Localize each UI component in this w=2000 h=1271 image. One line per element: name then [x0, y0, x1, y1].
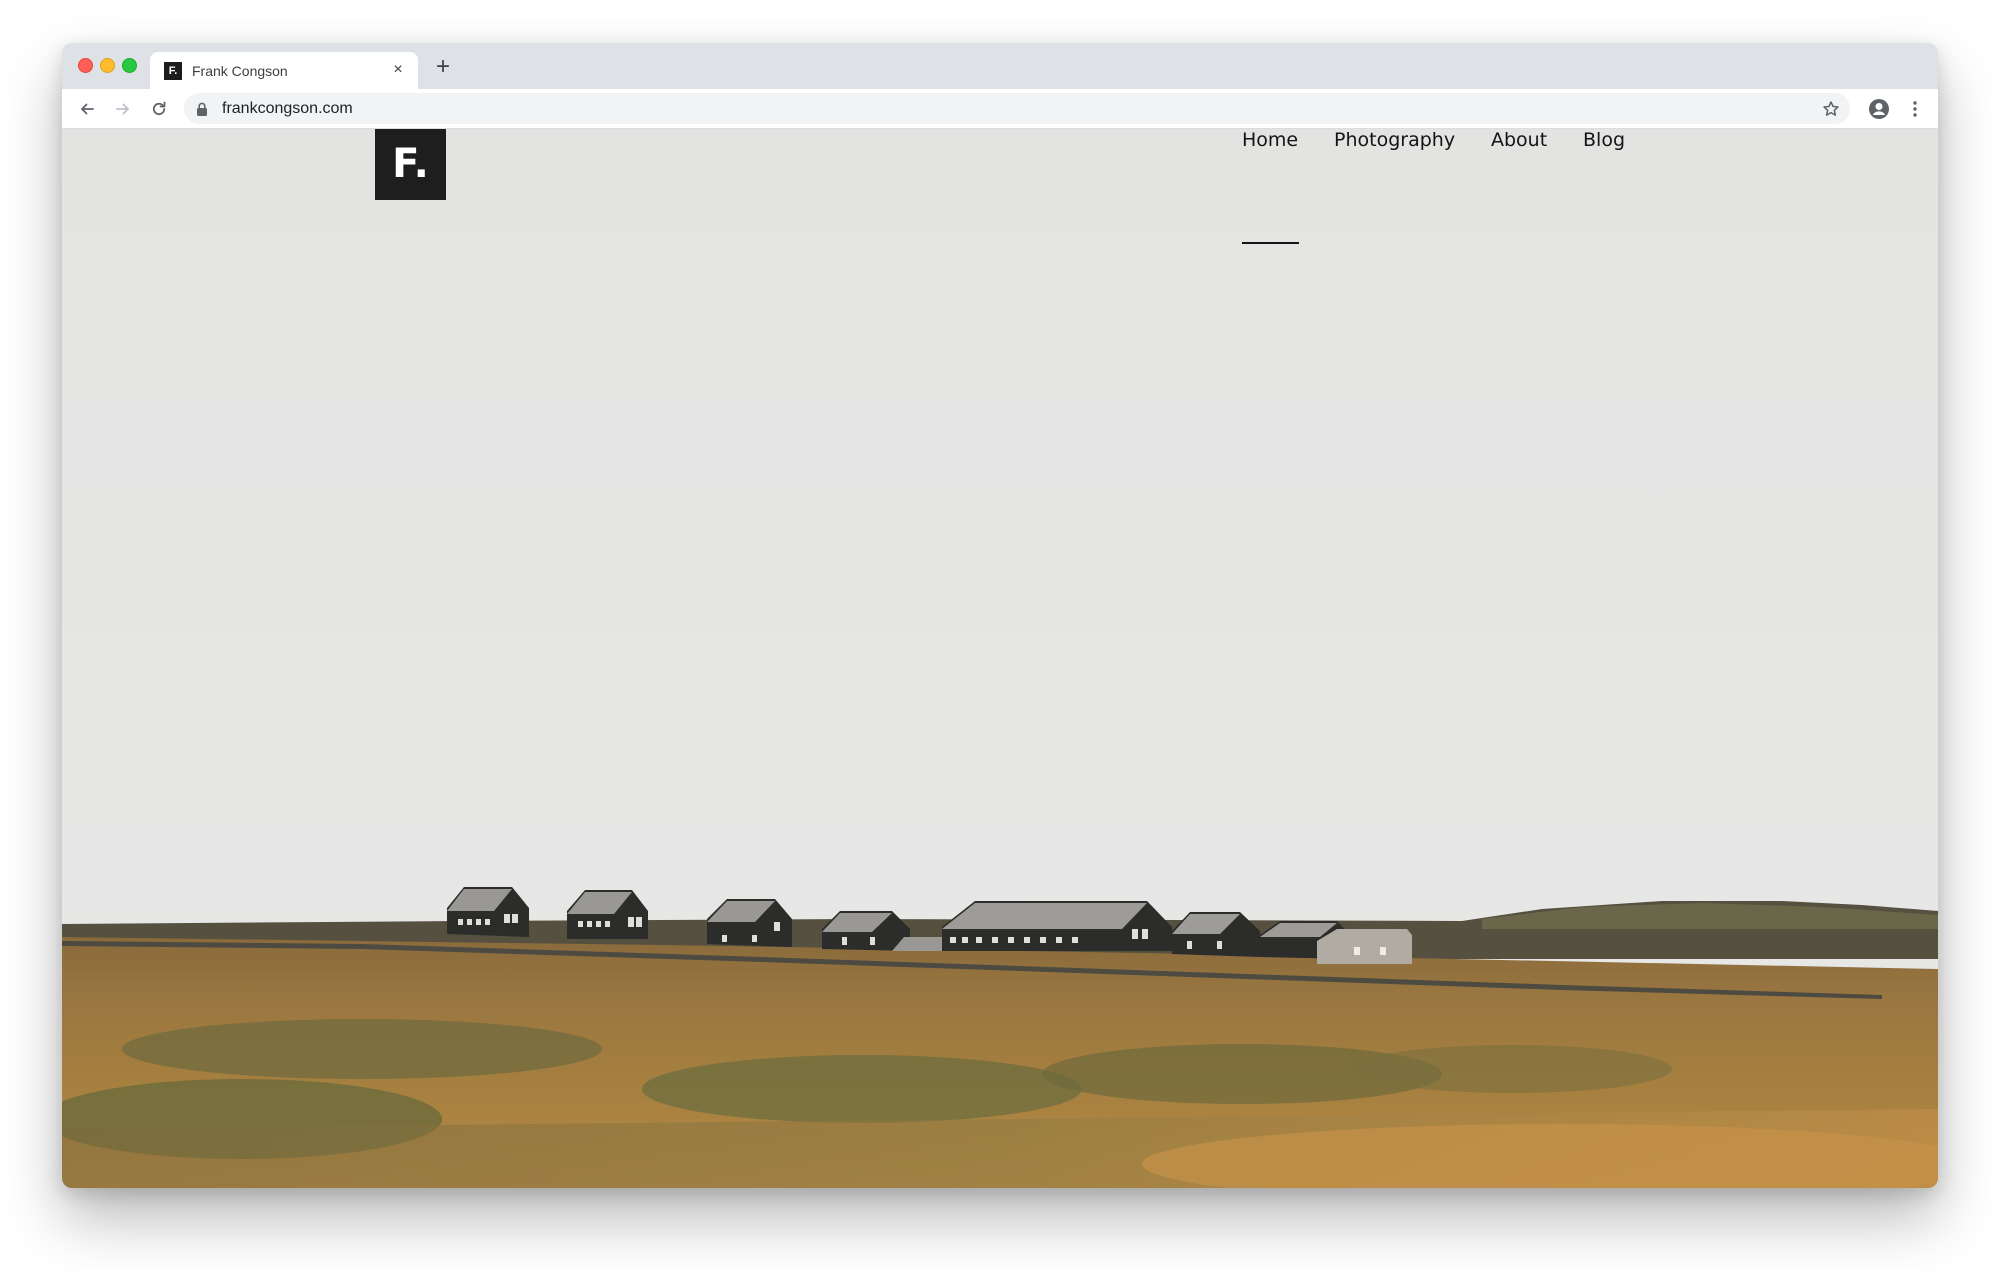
nav-active-underline [1242, 242, 1299, 244]
lock-icon [197, 102, 207, 116]
account-icon [1869, 99, 1889, 119]
nav-item-about[interactable]: About [1491, 129, 1547, 151]
browser-tab[interactable]: F. Frank Congson × [150, 52, 418, 89]
reload-icon [152, 101, 166, 116]
browser-toolbar: frankcongson.com [62, 89, 1938, 129]
tab-close-icon[interactable]: × [388, 60, 408, 80]
arrow-right-icon [116, 103, 129, 115]
web-page: F. Home Photography About Blog [62, 129, 1938, 1188]
nav-item-home[interactable]: Home [1242, 129, 1298, 151]
star-icon [1823, 101, 1839, 116]
nav-item-blog[interactable]: Blog [1583, 129, 1625, 151]
hero-landscape-image [62, 129, 1938, 1188]
browser-menu-button[interactable] [1902, 96, 1928, 122]
profile-button[interactable] [1866, 96, 1892, 122]
tab-title: Frank Congson [192, 63, 288, 79]
more-vertical-icon [1913, 101, 1917, 117]
window-maximize-button[interactable] [122, 58, 137, 73]
window-close-button[interactable] [78, 58, 93, 73]
nav-item-photography[interactable]: Photography [1334, 129, 1455, 151]
back-button[interactable] [74, 96, 100, 122]
bookmark-star-button[interactable] [1820, 98, 1842, 120]
new-tab-button[interactable]: + [430, 55, 456, 81]
arrow-left-icon [81, 103, 94, 115]
tab-favicon: F. [164, 62, 182, 80]
tab-strip: F. Frank Congson × + [62, 43, 1938, 89]
site-logo[interactable]: F. [375, 129, 446, 200]
window-minimize-button[interactable] [100, 58, 115, 73]
browser-window: F. Frank Congson × + frankcongson.com F.… [62, 43, 1938, 1188]
address-bar[interactable]: frankcongson.com [184, 93, 1850, 124]
url-text: frankcongson.com [222, 100, 353, 117]
reload-button[interactable] [146, 96, 172, 122]
forward-button[interactable] [110, 96, 136, 122]
